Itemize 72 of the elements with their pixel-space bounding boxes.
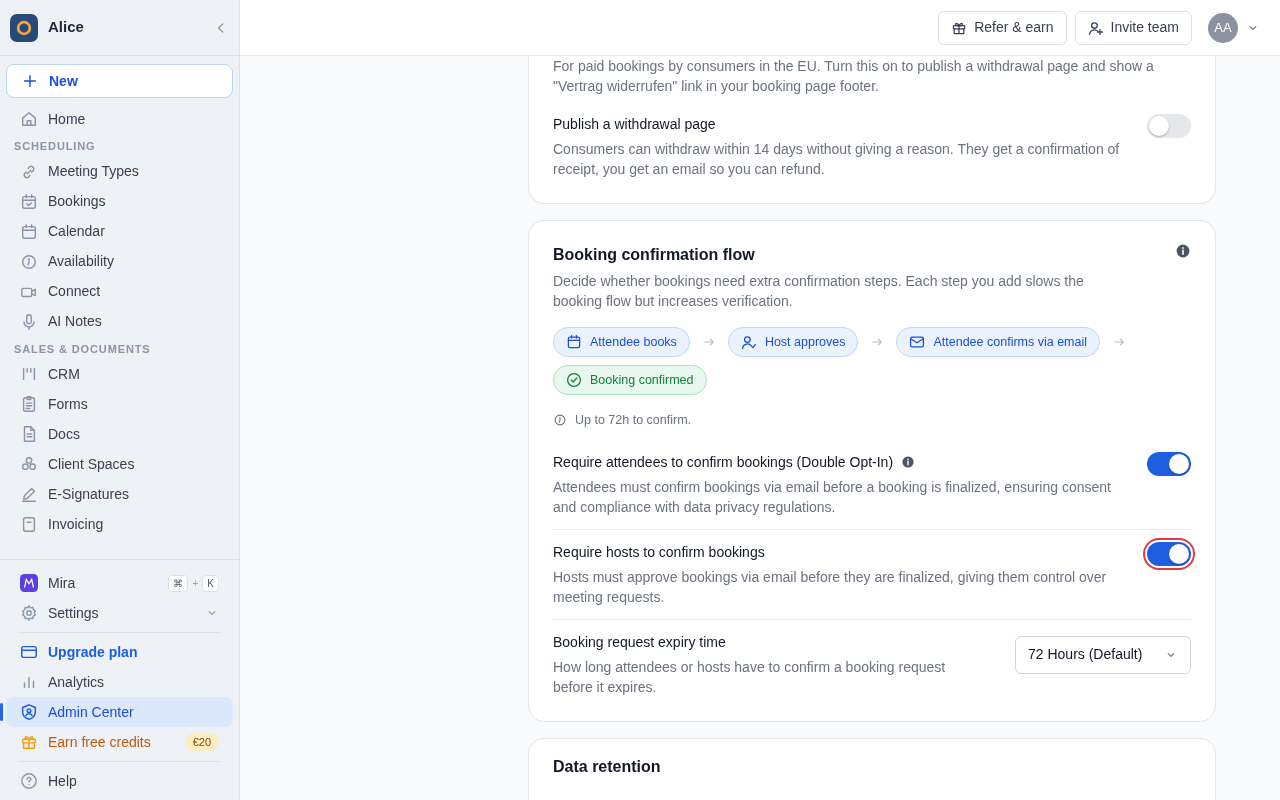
setting-description: Attendees must confirm bookings via email before a booking is finalized, ensuring consent and compliance with data privacy regulations. xyxy=(553,477,1112,517)
invoice-icon xyxy=(20,515,38,533)
plus-icon xyxy=(21,72,39,90)
setting-title: Booking request expiry time xyxy=(553,632,726,652)
gift-icon xyxy=(20,733,38,751)
mail-icon xyxy=(909,334,926,350)
shortcut-key: ⌘ xyxy=(168,574,189,592)
sidebar-item[interactable]: Connect xyxy=(6,276,233,307)
sidebar-item[interactable]: Earn free credits €20 xyxy=(6,727,233,757)
setting-description: Consumers can withdraw within 14 days without giving a reason. They get a confirmation of receipt, you get an email so you can refund. xyxy=(553,140,1121,179)
card-description: Decide whether bookings need extra confirmation steps. Each step you add slows the booking flow but increases verification. xyxy=(553,272,1085,311)
shortcut-key: K xyxy=(202,574,219,592)
setting-title: Require hosts to confirm bookings xyxy=(553,542,765,562)
sidebar-item[interactable]: Invoicing xyxy=(6,509,233,539)
sidebar-item[interactable]: Analytics xyxy=(6,667,233,697)
home-icon xyxy=(20,110,38,128)
sidebar-item[interactable]: Meeting Types xyxy=(6,156,233,187)
settings-item[interactable]: Settings xyxy=(6,598,233,628)
flow-step: Attendee books xyxy=(553,327,690,357)
sidebar-item[interactable]: Calendar xyxy=(6,216,233,247)
info-icon xyxy=(1175,243,1191,259)
calendar-check-icon xyxy=(20,192,38,211)
shortcut-joiner: + xyxy=(192,576,199,591)
card-title: Booking confirmation flow xyxy=(553,245,755,265)
workspace-name: Alice xyxy=(48,17,85,38)
sidebar-item[interactable]: Availability xyxy=(6,246,233,277)
card-title: Data retention xyxy=(553,756,661,777)
microphone-icon xyxy=(20,312,38,331)
invite-button[interactable]: Invite team xyxy=(1074,10,1192,45)
sidebar-item[interactable]: Upgrade plan xyxy=(6,637,233,667)
calendar-icon xyxy=(20,222,38,241)
flow-step: Attendee confirms via email xyxy=(896,327,1101,357)
user-check-icon xyxy=(740,334,757,350)
assistant-link[interactable]: Mira xyxy=(48,572,159,594)
sidebar-item[interactable]: Forms xyxy=(6,389,233,419)
section-heading: SCHEDULING xyxy=(13,139,97,154)
clipboard-icon xyxy=(20,395,38,413)
toggle-switch[interactable] xyxy=(1147,451,1191,476)
bars-icon xyxy=(20,365,38,383)
check-circle-icon xyxy=(566,372,582,388)
calendar-icon xyxy=(566,334,582,350)
user-plus-icon xyxy=(1087,19,1104,36)
setting-title: Publish a withdrawal page xyxy=(553,115,716,134)
sidebar-item[interactable]: AI Notes xyxy=(6,306,233,337)
credit-badge: €20 xyxy=(184,732,219,752)
setting-description: How long attendees or hosts have to confirm a booking request before it expires. xyxy=(553,657,947,697)
sidebar-item[interactable]: Bookings xyxy=(6,186,233,217)
flow-step: Booking confirmed xyxy=(553,365,707,395)
sidebar-item[interactable]: CRM xyxy=(6,359,233,389)
assistant-logo xyxy=(20,574,38,592)
refer-button[interactable]: Refer & earn xyxy=(938,10,1067,45)
settings-icon xyxy=(20,604,38,622)
section-description: For paid bookings by consumers in the EU. Turn this on to publish a withdrawal page and show a "Vertrag widerrufen" link in your booking page footer. xyxy=(553,57,1155,96)
shield-user-icon xyxy=(20,703,38,721)
workspace-logo xyxy=(10,13,38,42)
pen-icon xyxy=(20,485,38,503)
credit-card-icon xyxy=(20,643,38,661)
sidebar-item[interactable]: E-Signatures xyxy=(6,479,233,509)
sidebar-item[interactable]: Docs xyxy=(6,419,233,449)
toggle-switch[interactable] xyxy=(1147,114,1191,138)
sidebar-item[interactable]: Home xyxy=(6,104,233,134)
circles-icon xyxy=(20,455,38,473)
help-item[interactable]: Help xyxy=(6,766,233,796)
section-heading: SALES & DOCUMENTS xyxy=(13,341,152,357)
setting-description: Hosts must approve bookings via email before they are finalized, giving them control over meeting requests. xyxy=(553,567,1108,607)
sidebar-item[interactable]: Client Spaces xyxy=(6,449,233,479)
flow-note: Up to 72h to confirm. xyxy=(575,412,692,429)
setting-title: Require attendees to confirm bookings (Double Opt-In) xyxy=(553,452,894,472)
select-field[interactable]: 72 Hours (Default) xyxy=(1015,635,1191,674)
new-button[interactable]: New xyxy=(6,64,233,98)
flow-step: Host approves xyxy=(727,327,859,357)
help-icon xyxy=(20,772,38,790)
